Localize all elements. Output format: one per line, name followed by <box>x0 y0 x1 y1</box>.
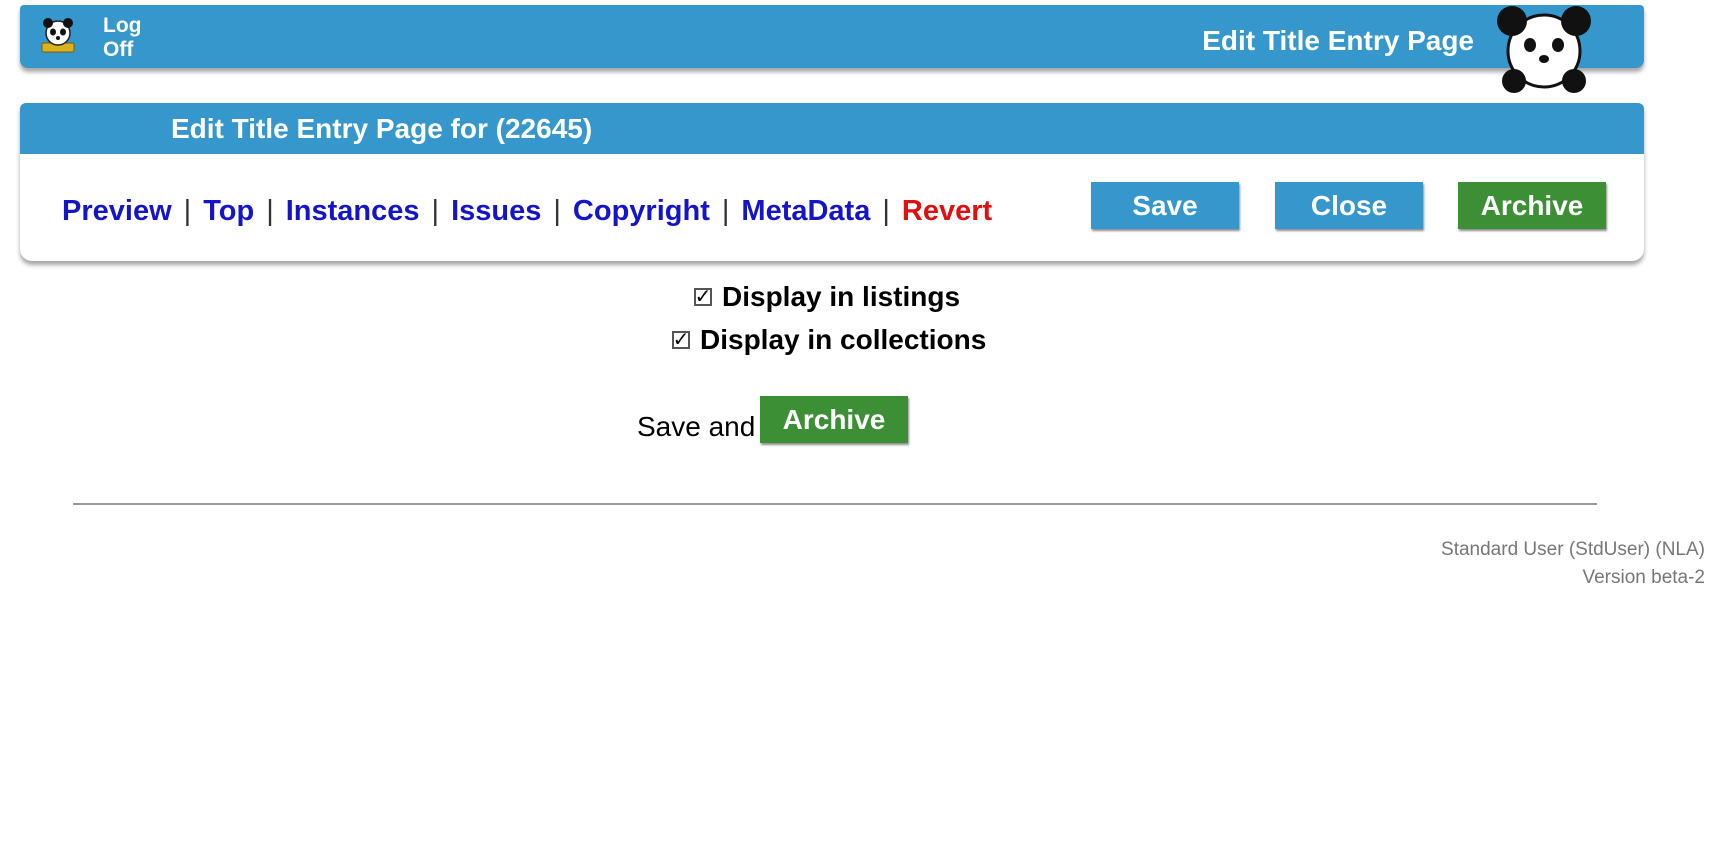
save-button[interactable]: Save <box>1091 182 1239 229</box>
logoff-line-1: Log <box>103 14 142 37</box>
logoff-link[interactable]: Log Off <box>103 14 141 62</box>
display-in-collections-checkbox[interactable]: ✓ <box>672 330 690 350</box>
footer-user: Standard User (StdUser) (NLA) <box>1441 539 1705 560</box>
page-title: Edit Title Entry Page <box>1202 25 1474 56</box>
divider <box>73 503 1597 505</box>
panda-logoff-icon[interactable] <box>38 16 78 56</box>
nav-separator: | <box>431 195 440 227</box>
nav-revert-link[interactable]: Revert <box>902 195 992 227</box>
nav-top-link[interactable]: Top <box>203 195 254 227</box>
save-and-archive-button[interactable]: Archive <box>760 396 908 443</box>
save-and-label: Save and <box>637 411 756 442</box>
nav-separator: | <box>882 195 890 227</box>
nav-links: Preview | Top | Instances | Issues | Copyright | M… <box>62 195 992 228</box>
display-in-collections-row: ✓ Display in collections <box>672 324 986 356</box>
close-button[interactable]: Close <box>1275 182 1423 229</box>
archive-button[interactable]: Archive <box>1458 182 1606 229</box>
logoff-line-2: Off <box>103 38 134 61</box>
display-in-listings-label: Display in listings <box>722 281 961 312</box>
top-bar: Log Off Edit Title Entry Page <box>20 5 1644 93</box>
footer-version: Version beta-2 <box>1582 567 1705 588</box>
edit-panel: Edit Title Entry Page for (22645) Previe… <box>20 103 1644 261</box>
nav-issues-link[interactable]: Issues <box>451 195 541 227</box>
display-in-listings-checkbox[interactable]: ✓ <box>694 287 712 307</box>
nav-separator: | <box>721 195 730 227</box>
nav-separator: | <box>553 195 561 227</box>
display-in-collections-label: Display in collections <box>700 324 987 355</box>
panda-logo-icon <box>1497 6 1591 93</box>
display-in-listings-row: ✓ Display in listings <box>694 281 960 313</box>
nav-copyright-link[interactable]: Copyright <box>573 195 710 227</box>
footer-info: Standard User (StdUser) (NLA) Version be… <box>1441 536 1705 592</box>
nav-metadata-link[interactable]: MetaData <box>741 195 870 227</box>
panel-title: Edit Title Entry Page for (22645) <box>20 103 1644 154</box>
nav-separator: | <box>183 195 192 227</box>
nav-instances-link[interactable]: Instances <box>286 195 420 227</box>
nav-separator: | <box>266 195 274 227</box>
nav-preview-link[interactable]: Preview <box>62 195 172 227</box>
